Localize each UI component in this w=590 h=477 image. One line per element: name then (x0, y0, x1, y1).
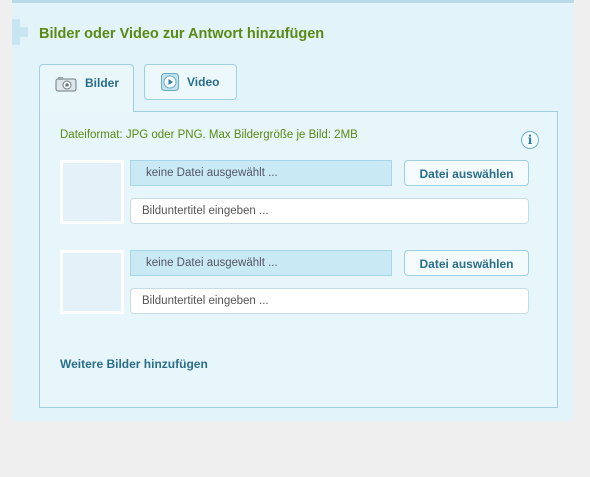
section-heading: Bilder oder Video zur Antwort hinzufügen (39, 26, 325, 42)
section-marker-icon (12, 19, 28, 45)
panel-top-border (12, 0, 574, 3)
format-note: Dateiformat: JPG oder PNG. Max Bildergrö… (60, 129, 358, 141)
upload-row: keine Datei ausgewählt ... Datei auswähl… (60, 160, 540, 226)
caption-input[interactable] (130, 198, 529, 224)
tab-bilder[interactable]: Bilder (39, 64, 134, 112)
upload-area: Dateiformat: JPG oder PNG. Max Bildergrö… (39, 111, 558, 408)
tab-bilder-label: Bilder (85, 76, 120, 90)
info-icon[interactable]: i (521, 131, 539, 149)
image-thumbnail (60, 250, 124, 314)
file-status: keine Datei ausgewählt ... (130, 250, 392, 276)
play-icon (161, 73, 179, 91)
add-more-images-link[interactable]: Weitere Bilder hinzufügen (60, 357, 208, 371)
tab-video[interactable]: Video (144, 64, 237, 100)
file-status: keine Datei ausgewählt ... (130, 160, 392, 186)
choose-file-button[interactable]: Datei auswählen (404, 160, 529, 186)
attachment-panel: Bilder oder Video zur Antwort hinzufügen… (12, 0, 574, 421)
caption-input[interactable] (130, 288, 529, 314)
camera-icon (55, 77, 77, 92)
image-thumbnail (60, 160, 124, 224)
tab-video-label: Video (187, 75, 220, 89)
choose-file-button[interactable]: Datei auswählen (404, 250, 529, 276)
upload-row: keine Datei ausgewählt ... Datei auswähl… (60, 250, 540, 316)
